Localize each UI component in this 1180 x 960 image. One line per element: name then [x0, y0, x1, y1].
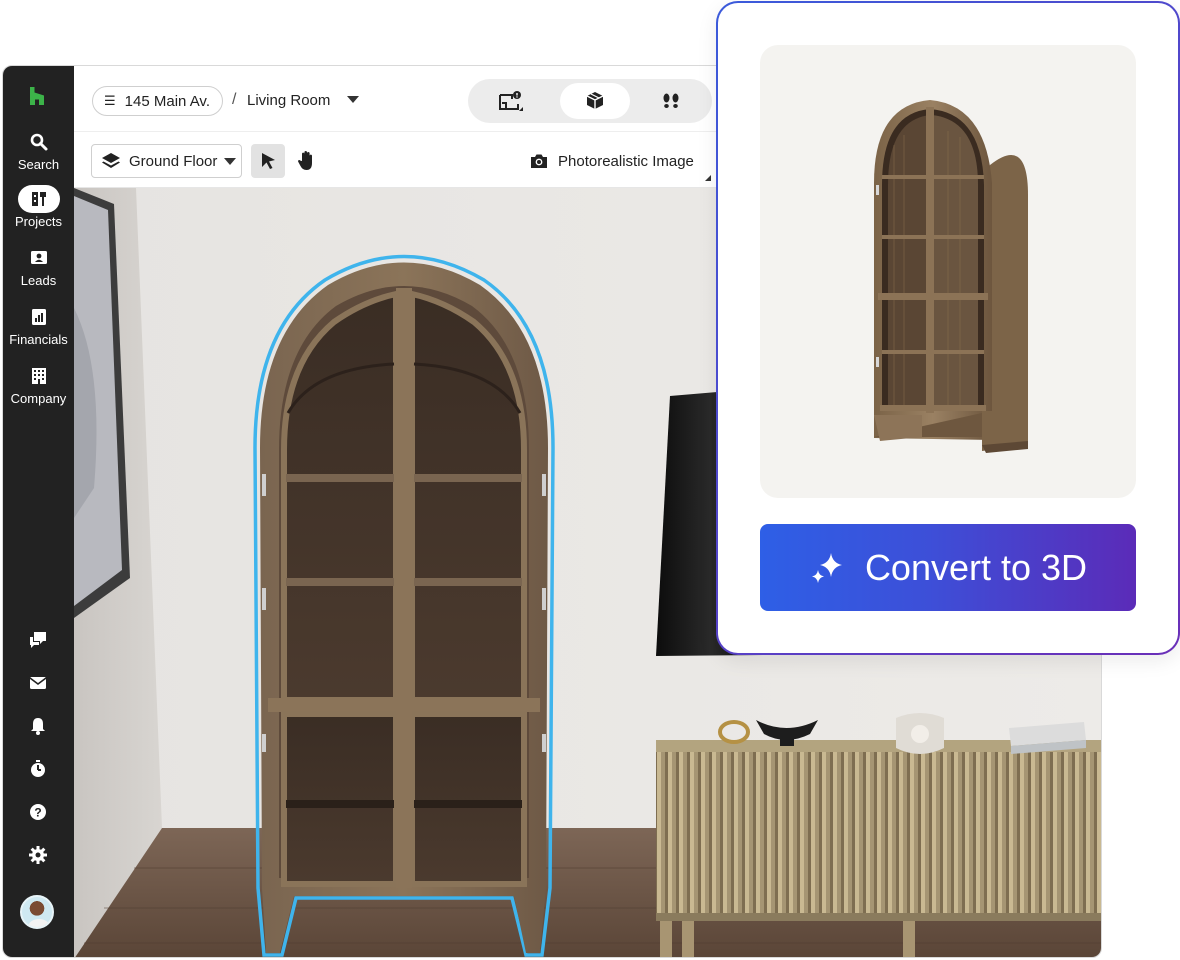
sidebar-item-leads[interactable]: Leads: [3, 244, 74, 298]
settings-icon[interactable]: [27, 844, 49, 866]
financials-icon: [18, 303, 60, 331]
view-mode-switcher: [468, 79, 712, 123]
sidebar-item-label: Projects: [15, 214, 62, 229]
room-name[interactable]: Living Room: [247, 92, 330, 109]
floor-plan-icon: [499, 91, 523, 111]
sidebar-item-company[interactable]: Company: [3, 362, 74, 416]
sidebar-item-financials[interactable]: Financials: [3, 303, 74, 357]
room-dropdown-caret[interactable]: [347, 96, 359, 103]
sidebar-item-label: Search: [17, 157, 60, 172]
convert-button-label: Convert to 3D: [864, 546, 1088, 588]
leads-icon: [18, 244, 60, 272]
project-breadcrumb[interactable]: ☰ 145 Main Av.: [92, 86, 223, 116]
walkthrough-view-button[interactable]: [636, 83, 706, 119]
search-icon: [18, 128, 60, 156]
product-image: [760, 45, 1136, 498]
sidebar-item-search[interactable]: Search: [3, 128, 74, 182]
selected-cabinet[interactable]: [253, 254, 555, 957]
dropdown-corner-icon: [705, 175, 711, 181]
floor-label: Ground Floor: [129, 152, 218, 170]
breadcrumb-separator: /: [232, 91, 237, 108]
sidebar-item-projects[interactable]: Projects: [3, 185, 74, 239]
bell-icon[interactable]: [27, 715, 49, 737]
3d-box-icon: [586, 92, 604, 109]
walkthrough-icon: [663, 93, 679, 108]
cabinet-product-photo: [874, 100, 1028, 453]
help-icon[interactable]: ?: [27, 801, 49, 823]
project-name: 145 Main Av.: [124, 92, 210, 110]
3d-view-button[interactable]: [560, 83, 630, 119]
menu-icon: ☰: [104, 93, 116, 108]
avatar[interactable]: [20, 895, 54, 929]
camera-icon: [531, 154, 547, 168]
render-label: Photorealistic Image: [558, 152, 694, 170]
select-tool-button[interactable]: [251, 144, 285, 178]
hand-icon: [298, 151, 312, 170]
chat-icon[interactable]: [27, 629, 49, 651]
sparkle-icon: [811, 552, 842, 583]
houzz-logo[interactable]: [27, 86, 47, 106]
floor-plan-view-button[interactable]: [476, 83, 546, 119]
photorealistic-image-button[interactable]: Photorealistic Image: [529, 152, 694, 170]
chevron-down-icon: [224, 157, 237, 165]
cursor-icon: [262, 153, 275, 169]
sidebar-item-label: Financials: [9, 332, 68, 347]
floor-selector[interactable]: Ground Floor: [91, 144, 242, 178]
inbox-icon[interactable]: [27, 672, 49, 694]
company-icon: [18, 362, 60, 390]
sidebar-item-label: Company: [10, 391, 67, 406]
projects-icon: [17, 185, 60, 213]
layers-icon: [102, 153, 120, 168]
pan-tool-button[interactable]: [289, 144, 323, 178]
convert-to-3d-button[interactable]: Convert to 3D: [760, 524, 1136, 611]
sidebar-item-label: Leads: [20, 273, 57, 288]
convert-to-3d-card: Convert to 3D: [716, 1, 1180, 655]
timer-icon[interactable]: [27, 758, 49, 780]
sidebar: Search Projects Leads Financials Company: [3, 66, 74, 957]
svg-text:?: ?: [34, 806, 41, 820]
